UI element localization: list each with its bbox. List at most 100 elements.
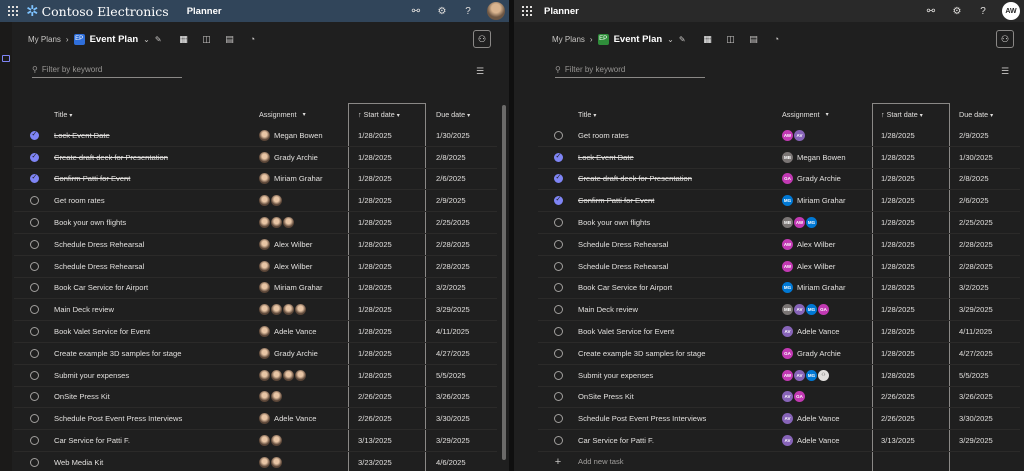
- task-assignment[interactable]: MB Megan Bowen: [782, 151, 872, 163]
- task-title[interactable]: Create draft deck for Presentation: [54, 153, 259, 162]
- task-assignment[interactable]: AV Adele Vance: [782, 435, 872, 447]
- task-complete-checkbox[interactable]: [553, 305, 563, 315]
- task-due-date[interactable]: 3/30/2025: [427, 414, 497, 423]
- task-start-date[interactable]: 2/26/2025: [349, 414, 427, 423]
- task-assignment[interactable]: [259, 195, 349, 207]
- task-title[interactable]: Web Media Kit: [54, 458, 259, 467]
- filter-input[interactable]: ⚲ Filter by keyword: [555, 62, 705, 78]
- account-avatar[interactable]: [487, 2, 505, 20]
- task-due-date[interactable]: 3/30/2025: [950, 414, 1020, 423]
- task-due-date[interactable]: 1/30/2025: [950, 153, 1020, 162]
- task-complete-checkbox[interactable]: [29, 327, 39, 337]
- task-title[interactable]: Main Deck review: [54, 305, 259, 314]
- task-start-date[interactable]: 3/13/2025: [349, 436, 427, 445]
- task-assignment[interactable]: AV Adele Vance: [782, 413, 872, 425]
- task-due-date[interactable]: 5/5/2025: [950, 371, 1020, 380]
- task-start-date[interactable]: 1/28/2025: [872, 305, 950, 314]
- task-assignment[interactable]: [259, 304, 349, 316]
- task-start-date[interactable]: 1/28/2025: [349, 371, 427, 380]
- task-due-date[interactable]: 2/28/2025: [950, 240, 1020, 249]
- task-row[interactable]: Main Deck review MB AV MG GA 1/28/2025 3/29/20…: [538, 299, 1020, 322]
- grid-view-icon[interactable]: ▦: [702, 34, 713, 44]
- task-row[interactable]: Book Car Service for Airport Miriam Graha…: [14, 278, 497, 300]
- task-due-date[interactable]: 2/28/2025: [950, 262, 1020, 271]
- task-title[interactable]: Book Valet Service for Event: [54, 327, 259, 336]
- task-row[interactable]: Create draft deck for Presentation Grady …: [14, 147, 497, 169]
- task-complete-checkbox[interactable]: [29, 261, 39, 271]
- task-assignment[interactable]: Miriam Grahar: [259, 173, 349, 185]
- task-start-date[interactable]: 1/28/2025: [349, 153, 427, 162]
- task-row[interactable]: Car Service for Patti F. AV Adele Vance 3/1…: [538, 430, 1020, 452]
- task-assignment[interactable]: Adele Vance: [259, 413, 349, 425]
- task-row[interactable]: Lock Event DateMB Megan Bowen 1/28/20251/3…: [538, 147, 1020, 169]
- task-complete-checkbox[interactable]: [29, 370, 39, 380]
- task-title[interactable]: Get room rates: [54, 196, 259, 205]
- task-title[interactable]: Lock Event Date: [54, 131, 259, 140]
- task-title[interactable]: Lock Event Date: [578, 153, 782, 162]
- task-start-date[interactable]: 1/28/2025: [872, 349, 950, 358]
- task-complete-checkbox[interactable]: [29, 414, 39, 424]
- task-title[interactable]: Book your own flights: [54, 218, 259, 227]
- add-new-task-row[interactable]: + Add new task: [538, 452, 1020, 471]
- task-assignment[interactable]: Miriam Grahar: [259, 282, 349, 294]
- task-title[interactable]: Create example 3D samples for stage: [54, 349, 259, 358]
- task-start-date[interactable]: 1/28/2025: [349, 283, 427, 292]
- board-view-icon[interactable]: ◫: [725, 34, 736, 44]
- task-start-date[interactable]: 2/26/2025: [872, 414, 950, 423]
- app-launcher-icon[interactable]: [0, 0, 26, 22]
- task-assignment[interactable]: AW AV MG ⚇: [782, 369, 872, 381]
- task-title[interactable]: Book your own flights: [578, 218, 782, 227]
- column-title[interactable]: Title ▾: [578, 110, 782, 119]
- task-assignment[interactable]: [259, 369, 349, 381]
- board-view-icon[interactable]: ◫: [201, 34, 212, 44]
- task-complete-checkbox[interactable]: [29, 392, 39, 402]
- task-assignment[interactable]: AW Alex Wilber: [782, 238, 872, 250]
- column-assignment[interactable]: Assignment ▾: [782, 110, 872, 119]
- app-launcher-icon[interactable]: [514, 0, 540, 22]
- task-row[interactable]: Book your own flights 1/28/2025 2/25/2025: [14, 212, 497, 234]
- task-row[interactable]: Confirm Patti for EventMG Miriam Grahar 1/…: [538, 190, 1020, 213]
- task-row[interactable]: Main Deck review 1/28/2025 3/29/2025: [14, 299, 497, 322]
- task-complete-checkbox[interactable]: [553, 436, 563, 446]
- task-due-date[interactable]: 2/25/2025: [950, 218, 1020, 227]
- task-complete-checkbox[interactable]: [29, 436, 39, 446]
- task-row[interactable]: Confirm Patti for Event Miriam Grahar 1/28…: [14, 169, 497, 191]
- schedule-view-icon[interactable]: ◔: [771, 34, 782, 44]
- task-row[interactable]: Car Service for Patti F. 3/13/2025 3/29/20…: [14, 430, 497, 452]
- task-assignment[interactable]: AV GA: [782, 391, 872, 403]
- column-start-date[interactable]: ↑ Start date ▾: [872, 110, 950, 119]
- task-assignment[interactable]: Grady Archie: [259, 151, 349, 163]
- task-row[interactable]: Book your own flights MB AW MG 1/28/2025 2/25…: [538, 212, 1020, 234]
- task-start-date[interactable]: 1/28/2025: [872, 283, 950, 292]
- task-assignment[interactable]: [259, 217, 349, 229]
- task-due-date[interactable]: 4/27/2025: [427, 349, 497, 358]
- task-title[interactable]: Create example 3D samples for stage: [578, 349, 782, 358]
- grid-scrollbar[interactable]: [501, 103, 507, 471]
- task-row[interactable]: Create example 3D samples for stage GA Gra…: [538, 343, 1020, 365]
- task-start-date[interactable]: 1/28/2025: [349, 174, 427, 183]
- task-start-date[interactable]: 1/28/2025: [872, 218, 950, 227]
- task-row[interactable]: Submit your expenses AW AV MG ⚇ 1/28/2025 5/5/…: [538, 365, 1020, 387]
- task-title[interactable]: Main Deck review: [578, 305, 782, 314]
- task-start-date[interactable]: 1/28/2025: [872, 371, 950, 380]
- task-title[interactable]: Get room rates: [578, 131, 782, 140]
- task-assignment[interactable]: Grady Archie: [259, 347, 349, 359]
- task-due-date[interactable]: 2/28/2025: [427, 240, 497, 249]
- task-start-date[interactable]: 2/26/2025: [349, 392, 427, 401]
- task-assignment[interactable]: [259, 391, 349, 403]
- task-start-date[interactable]: 1/28/2025: [872, 196, 950, 205]
- task-assignment[interactable]: MG Miriam Grahar: [782, 282, 872, 294]
- task-row[interactable]: Book Car Service for Airport MG Miriam Gra…: [538, 278, 1020, 300]
- task-start-date[interactable]: 3/23/2025: [349, 458, 427, 467]
- task-assignment[interactable]: [259, 456, 349, 468]
- task-start-date[interactable]: 1/28/2025: [349, 327, 427, 336]
- settings-gear-icon[interactable]: ⚙: [435, 4, 449, 18]
- task-assignment[interactable]: GA Grady Archie: [782, 173, 872, 185]
- filter-input[interactable]: ⚲ Filter by keyword: [32, 62, 182, 78]
- task-row[interactable]: Book Valet Service for Event AV Adele Vanc…: [538, 321, 1020, 343]
- completed-check-icon[interactable]: [553, 195, 563, 206]
- help-icon[interactable]: ?: [976, 4, 990, 18]
- task-title[interactable]: Confirm Patti for Event: [54, 174, 259, 183]
- task-assignment[interactable]: MG Miriam Grahar: [782, 195, 872, 207]
- column-assignment[interactable]: Assignment ▾: [259, 110, 349, 119]
